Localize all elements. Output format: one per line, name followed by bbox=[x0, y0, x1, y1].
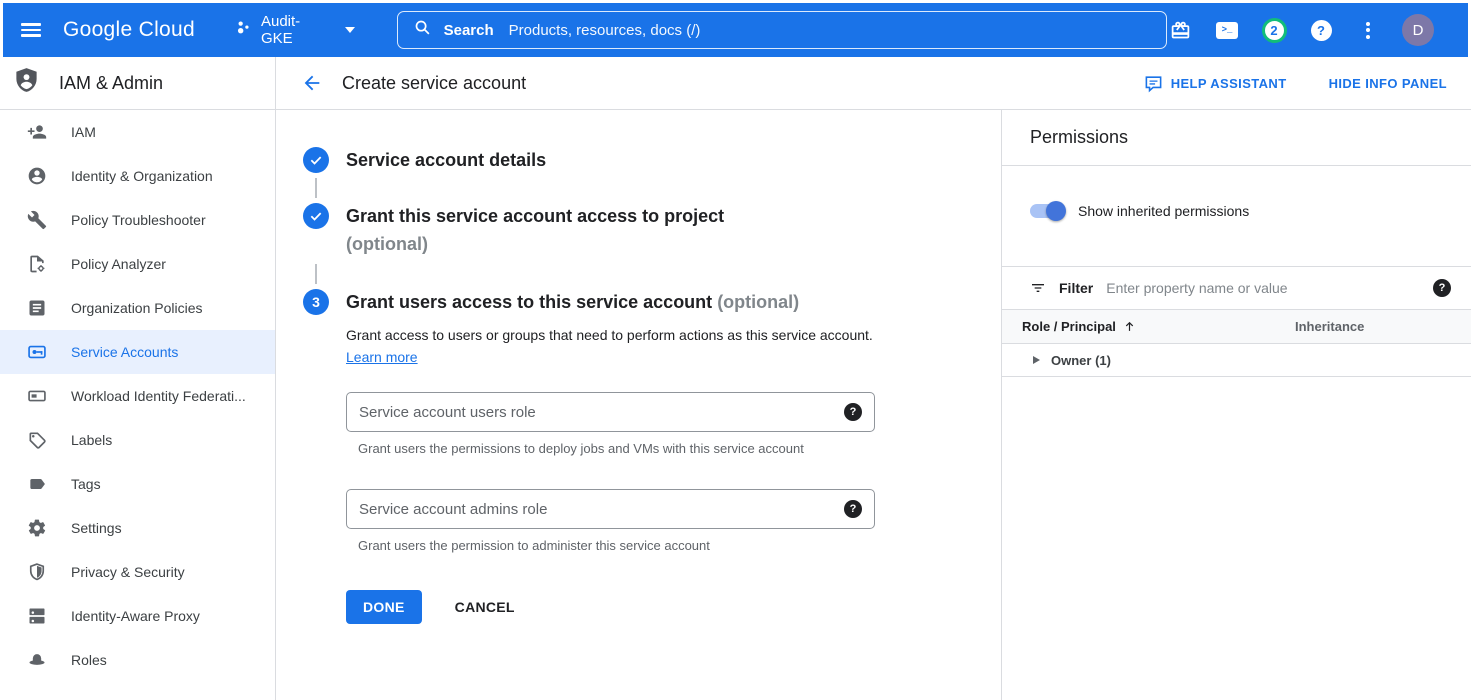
step-grant-project-access[interactable]: Grant this service account access to pro… bbox=[303, 203, 971, 259]
sidebar-header: IAM & Admin bbox=[0, 57, 275, 110]
show-inherited-permissions-toggle[interactable] bbox=[1030, 204, 1064, 218]
step2-optional: (optional) bbox=[346, 229, 724, 259]
create-service-account-wizard: Service account details Grant this servi… bbox=[276, 110, 1001, 700]
table-row-owner[interactable]: Owner (1) bbox=[1002, 344, 1471, 377]
iam-admin-shield-icon bbox=[13, 67, 40, 99]
cancel-button[interactable]: CANCEL bbox=[455, 599, 515, 615]
service-account-key-icon bbox=[27, 342, 47, 362]
gift-icon[interactable] bbox=[1167, 17, 1193, 43]
notifications-icon[interactable]: 2 bbox=[1261, 17, 1287, 43]
page-title: Create service account bbox=[342, 73, 526, 94]
column-role-principal[interactable]: Role / Principal bbox=[1022, 319, 1295, 334]
sidebar-item-policy-analyzer[interactable]: Policy Analyzer bbox=[0, 242, 275, 286]
sort-ascending-icon bbox=[1123, 320, 1136, 333]
step-connector bbox=[315, 178, 317, 198]
project-icon bbox=[235, 19, 252, 41]
sidebar-item-iam[interactable]: IAM bbox=[0, 110, 275, 154]
users-role-help-icon[interactable]: ? bbox=[844, 403, 862, 421]
gear-icon bbox=[27, 518, 47, 538]
done-button[interactable]: DONE bbox=[346, 590, 422, 624]
permissions-title: Permissions bbox=[1030, 127, 1128, 148]
service-account-users-role-input[interactable] bbox=[359, 404, 844, 421]
filter-input[interactable] bbox=[1106, 280, 1420, 296]
search-placeholder: Products, resources, docs (/) bbox=[509, 22, 701, 39]
document-gear-icon bbox=[27, 254, 47, 274]
top-app-bar: Google Cloud Audit-GKE Search Products, … bbox=[3, 3, 1468, 57]
step2-check-icon bbox=[303, 203, 329, 229]
search-input[interactable]: Search Products, resources, docs (/) bbox=[397, 11, 1167, 49]
sidebar-item-workload-identity-federation[interactable]: Workload Identity Federati... bbox=[0, 374, 275, 418]
permissions-table-header: Role / Principal Inheritance bbox=[1002, 310, 1471, 344]
help-assistant-button[interactable]: HELP ASSISTANT bbox=[1144, 74, 1287, 93]
project-name: Audit-GKE bbox=[261, 13, 332, 47]
service-account-admins-role-input[interactable] bbox=[359, 501, 844, 518]
sidebar-item-tags[interactable]: Tags bbox=[0, 462, 275, 506]
step-grant-users-access[interactable]: 3 Grant users access to this service acc… bbox=[303, 289, 971, 315]
hide-info-panel-button[interactable]: HIDE INFO PANEL bbox=[1329, 76, 1447, 91]
hat-icon bbox=[27, 650, 47, 670]
admins-role-helper-text: Grant users the permission to administer… bbox=[358, 537, 838, 556]
info-panel-header: Permissions bbox=[1002, 110, 1471, 166]
avatar[interactable]: D bbox=[1402, 14, 1434, 46]
expand-arrow-icon[interactable] bbox=[1033, 356, 1040, 364]
chat-icon bbox=[1144, 74, 1163, 93]
sidebar: IAM & Admin IAM Identity & Organization … bbox=[0, 57, 276, 700]
sidebar-item-privacy-security[interactable]: Privacy & Security bbox=[0, 550, 275, 594]
topbar-actions: >_ 2 ? D bbox=[1167, 14, 1434, 46]
page-header: Create service account HELP ASSISTANT HI… bbox=[276, 57, 1471, 110]
project-switcher[interactable]: Audit-GKE bbox=[235, 13, 355, 47]
document-icon bbox=[27, 298, 47, 318]
step1-check-icon bbox=[303, 147, 329, 173]
label-icon bbox=[27, 430, 47, 450]
search-label: Search bbox=[444, 22, 494, 39]
hamburger-menu-icon[interactable] bbox=[21, 23, 41, 37]
filter-help-icon[interactable]: ? bbox=[1433, 279, 1451, 297]
sidebar-item-organization-policies[interactable]: Organization Policies bbox=[0, 286, 275, 330]
more-options-icon[interactable] bbox=[1355, 17, 1381, 43]
column-inheritance: Inheritance bbox=[1295, 319, 1364, 334]
back-button[interactable] bbox=[294, 65, 330, 101]
person-circle-icon bbox=[27, 166, 47, 186]
step3-number-badge: 3 bbox=[303, 289, 329, 315]
sidebar-item-identity-organization[interactable]: Identity & Organization bbox=[0, 154, 275, 198]
tag-icon bbox=[27, 474, 47, 494]
filter-label: Filter bbox=[1059, 280, 1093, 296]
sidebar-item-settings[interactable]: Settings bbox=[0, 506, 275, 550]
learn-more-link[interactable]: Learn more bbox=[346, 349, 418, 365]
filter-icon bbox=[1030, 280, 1046, 296]
id-card-icon bbox=[27, 386, 47, 406]
service-account-users-role-field[interactable]: ? bbox=[346, 392, 875, 432]
sidebar-item-policy-troubleshooter[interactable]: Policy Troubleshooter bbox=[0, 198, 275, 242]
service-account-admins-role-field[interactable]: ? bbox=[346, 489, 875, 529]
person-add-icon bbox=[27, 122, 47, 142]
shield-icon bbox=[27, 562, 47, 582]
proxy-layers-icon bbox=[27, 606, 47, 626]
sidebar-item-labels[interactable]: Labels bbox=[0, 418, 275, 462]
sidebar-item-identity-aware-proxy[interactable]: Identity-Aware Proxy bbox=[0, 594, 275, 638]
inherited-permissions-toggle-row: Show inherited permissions bbox=[1002, 166, 1471, 267]
search-icon bbox=[414, 19, 431, 41]
help-icon[interactable]: ? bbox=[1308, 17, 1334, 43]
sidebar-item-service-accounts[interactable]: Service Accounts bbox=[0, 330, 275, 374]
sidebar-nav: IAM Identity & Organization Policy Troub… bbox=[0, 110, 275, 682]
sidebar-title: IAM & Admin bbox=[59, 73, 163, 94]
google-cloud-logo[interactable]: Google Cloud bbox=[63, 18, 195, 42]
chevron-down-icon bbox=[345, 27, 355, 33]
toggle-label: Show inherited permissions bbox=[1078, 203, 1249, 219]
step-connector bbox=[315, 264, 317, 284]
info-panel: Permissions Show inherited permissions F… bbox=[1001, 110, 1471, 700]
arrow-left-icon bbox=[301, 72, 323, 94]
step3-description: Grant access to users or groups that nee… bbox=[346, 325, 886, 368]
admins-role-help-icon[interactable]: ? bbox=[844, 500, 862, 518]
sidebar-item-roles[interactable]: Roles bbox=[0, 638, 275, 682]
cloud-shell-icon[interactable]: >_ bbox=[1214, 17, 1240, 43]
permissions-filter-row: Filter ? bbox=[1002, 267, 1471, 310]
users-role-helper-text: Grant users the permissions to deploy jo… bbox=[358, 440, 838, 459]
step-service-account-details[interactable]: Service account details bbox=[303, 147, 971, 173]
notification-count-badge: 2 bbox=[1262, 18, 1287, 43]
wrench-icon bbox=[27, 210, 47, 230]
